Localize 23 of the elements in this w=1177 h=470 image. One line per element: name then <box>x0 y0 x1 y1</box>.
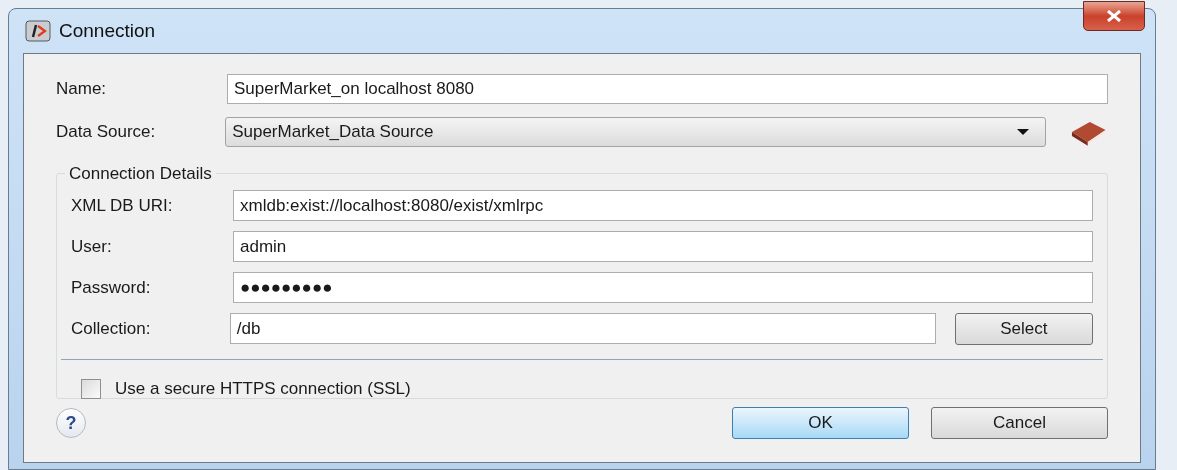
field-label: Name: <box>56 78 108 101</box>
field-label: XML DB URI: <box>71 194 174 217</box>
ssl-checkbox[interactable] <box>81 378 101 399</box>
app-logo-icon <box>25 20 51 42</box>
data-source-dropdown[interactable]: SuperMarket_Data Source <box>225 117 1047 147</box>
dialog-button[interactable]: OK <box>732 407 909 439</box>
close-button[interactable] <box>1083 1 1145 31</box>
dialog-button[interactable]: Cancel <box>931 407 1108 439</box>
select-button[interactable]: Select <box>954 312 1093 345</box>
close-icon <box>1105 10 1123 22</box>
text-field[interactable]: xmldb:exist://localhost:8080/exist/xmlrpc <box>233 190 1093 221</box>
field-label: Password: <box>71 276 152 299</box>
text-field[interactable]: admin <box>233 231 1093 262</box>
window-title: Connection <box>59 18 156 43</box>
help-icon[interactable]: ? <box>56 408 86 438</box>
checkbox-label: Use a secure HTTPS connection (SSL) <box>115 378 411 400</box>
text-field[interactable]: ●●●●●●●●● <box>233 272 1093 303</box>
field-label: Data Source: <box>56 121 157 144</box>
dropdown-caret-icon <box>1017 129 1030 135</box>
field-label: Collection: <box>71 317 152 340</box>
name-field[interactable]: SuperMarket_on localhost 8080 <box>227 74 1108 104</box>
field-label: User: <box>71 235 113 258</box>
text-field[interactable]: /db <box>229 313 936 344</box>
